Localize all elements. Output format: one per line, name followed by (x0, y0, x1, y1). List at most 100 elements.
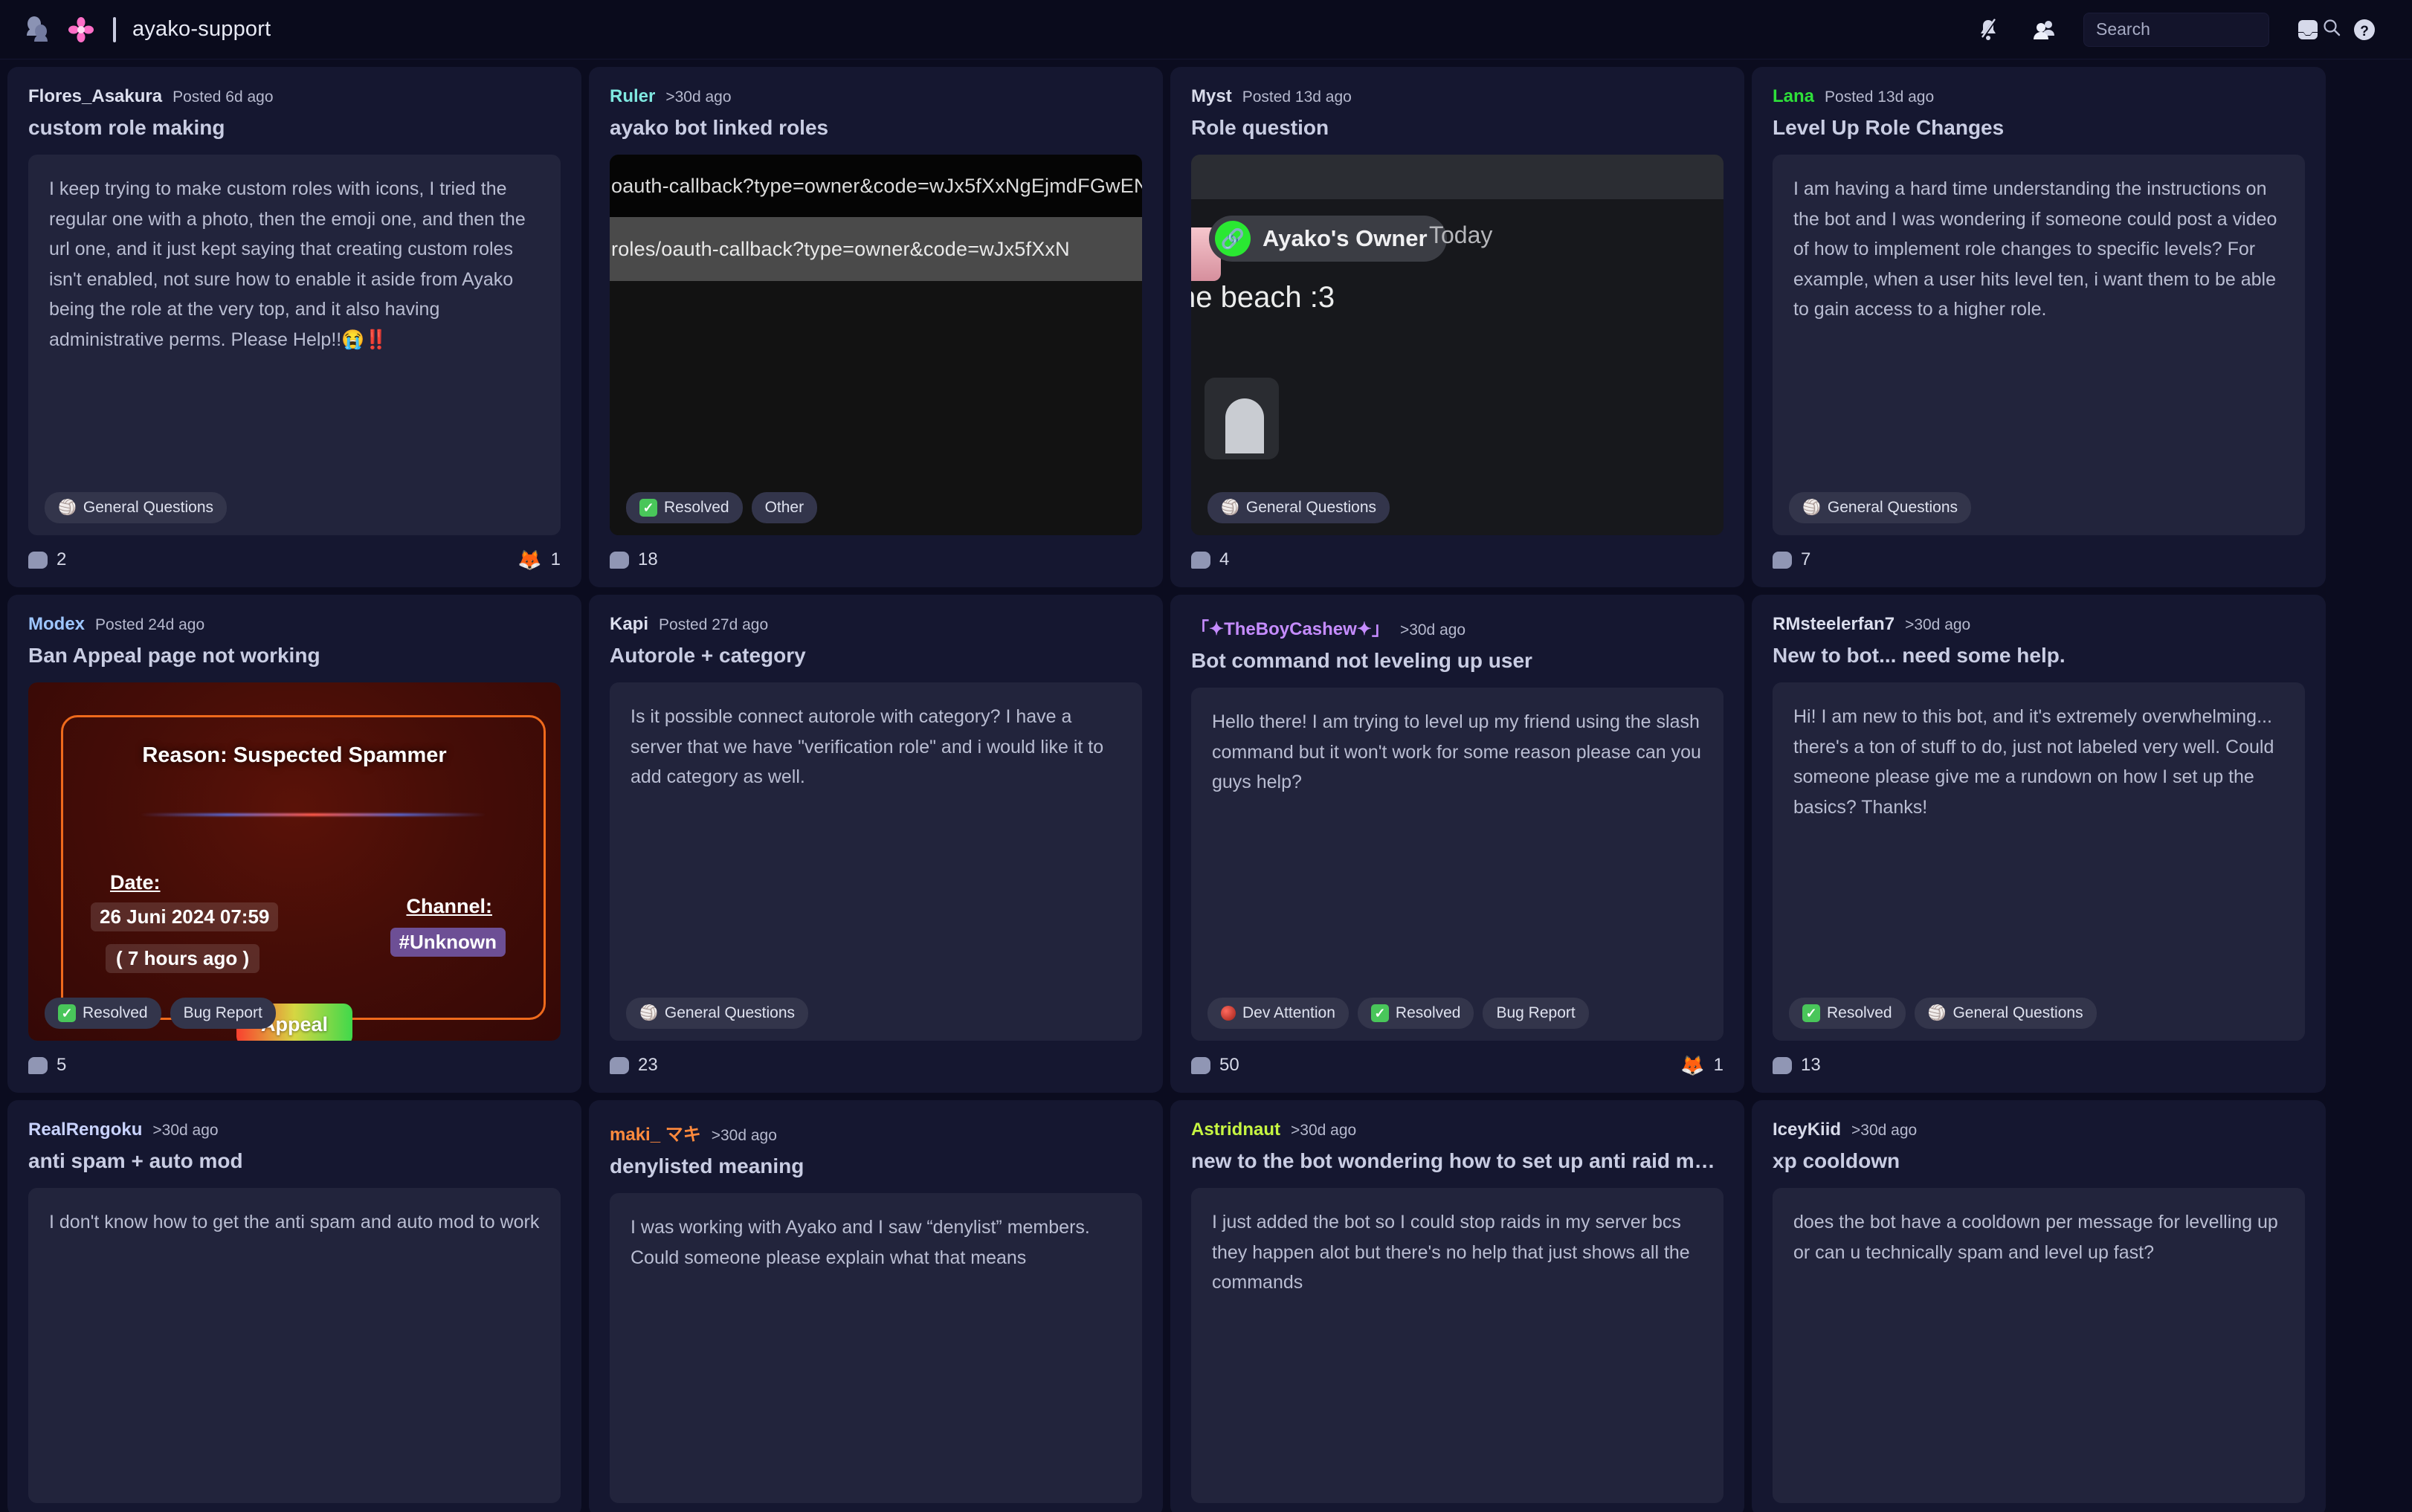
ban-channel-label: Channel: (406, 895, 492, 918)
post-author: Myst (1191, 86, 1232, 107)
tag-label: General Questions (1246, 499, 1376, 517)
post-card[interactable]: 「✦TheBoyCashew✦」 >30d ago Bot command no… (1170, 595, 1744, 1093)
post-tags: ✓ Resolved 🏐 General Questions (1789, 998, 2097, 1029)
post-card[interactable]: RMsteelerfan7 >30d ago New to bot... nee… (1752, 595, 2326, 1093)
tag-label: General Questions (1953, 1004, 2083, 1022)
post-title: denylisted meaning (610, 1154, 1142, 1178)
post-body-image[interactable]: oauth-callback?type=owner&code=wJx5fXxNg… (610, 155, 1142, 535)
post-card[interactable]: Modex Posted 24d ago Ban Appeal page not… (7, 595, 581, 1093)
comment-count: 2 (28, 549, 66, 570)
search-box[interactable] (2083, 13, 2269, 47)
tag-bug-report[interactable]: Bug Report (1483, 998, 1588, 1029)
post-card[interactable]: Myst Posted 13d ago Role question 🔗 Ayak… (1170, 67, 1744, 587)
tag-label: Bug Report (184, 1004, 262, 1022)
posts-grid: Flores_Asakura Posted 6d ago custom role… (0, 59, 2412, 1512)
post-body: Is it possible connect autorole with cat… (610, 682, 1142, 1041)
post-tags: Dev Attention ✓ Resolved Bug Report (1207, 998, 1589, 1029)
post-footer: 13 (1773, 1051, 2305, 1079)
post-footer: 4 (1191, 546, 1723, 574)
tag-label: Resolved (83, 1004, 148, 1022)
post-meta: IceyKiid >30d ago (1773, 1120, 2305, 1140)
post-card[interactable]: RealRengoku >30d ago anti spam + auto mo… (7, 1100, 581, 1512)
tag-label: General Questions (1828, 499, 1958, 517)
post-body-image[interactable]: 🔗 Ayako's Owner Today he beach :3 🏐 Gene… (1191, 155, 1723, 535)
post-card[interactable]: maki_ マキ >30d ago denylisted meaning I w… (589, 1100, 1163, 1512)
post-timestamp: Posted 27d ago (659, 616, 768, 634)
tag-resolved[interactable]: ✓ Resolved (45, 998, 161, 1029)
fox-emoji: 🦊 (517, 549, 541, 572)
post-title: Bot command not leveling up user (1191, 649, 1723, 673)
server-name: ayako-support (132, 17, 271, 42)
tag-label: Resolved (664, 499, 729, 517)
post-title: ayako bot linked roles (610, 116, 1142, 140)
post-card[interactable]: IceyKiid >30d ago xp cooldown does the b… (1752, 1100, 2326, 1512)
comment-count-value: 18 (638, 549, 658, 570)
tag-bug-report[interactable]: Bug Report (170, 998, 276, 1029)
tag-label: Bug Report (1496, 1004, 1575, 1022)
url-screenshot: oauth-callback?type=owner&code=wJx5fXxNg… (610, 155, 1142, 535)
post-title: new to the bot wondering how to set up a… (1191, 1149, 1723, 1173)
post-card[interactable]: Ruler >30d ago ayako bot linked roles oa… (589, 67, 1163, 587)
post-tags: 🏐 General Questions (626, 998, 808, 1029)
tag-label: Other (765, 499, 804, 517)
tag-label: Resolved (1396, 1004, 1461, 1022)
post-author: maki_ マキ (610, 1120, 701, 1146)
tag-general-questions[interactable]: 🏐 General Questions (45, 492, 227, 523)
bell-muted-icon[interactable] (1970, 12, 2006, 48)
tag-resolved[interactable]: ✓ Resolved (626, 492, 743, 523)
post-timestamp: Posted 24d ago (95, 616, 204, 634)
cherry-blossom-icon (68, 17, 94, 42)
post-body-text: Hi! I am new to this bot, and it's extre… (1793, 702, 2284, 822)
post-footer: 7 (1773, 546, 2305, 574)
post-timestamp: >30d ago (1291, 1122, 1356, 1140)
inbox-icon[interactable] (2290, 12, 2326, 48)
post-card[interactable]: Flores_Asakura Posted 6d ago custom role… (7, 67, 581, 587)
post-body: does the bot have a cooldown per message… (1773, 1188, 2305, 1503)
reaction-badge[interactable]: 🦊 1 (1680, 1054, 1723, 1077)
comment-count-value: 2 (57, 549, 66, 570)
post-card[interactable]: Kapi Posted 27d ago Autorole + category … (589, 595, 1163, 1093)
members-icon[interactable] (2027, 12, 2063, 48)
tag-general-questions[interactable]: 🏐 General Questions (626, 998, 808, 1029)
post-card[interactable]: Lana Posted 13d ago Level Up Role Change… (1752, 67, 2326, 587)
tag-resolved[interactable]: ✓ Resolved (1358, 998, 1474, 1029)
post-author: 「✦TheBoyCashew✦」 (1191, 614, 1390, 640)
help-circle-icon[interactable]: ? (2347, 12, 2382, 48)
post-tags: 🏐 General Questions (45, 492, 227, 523)
post-body-image[interactable]: Reason: Suspected Spammer Date: 26 Juni … (28, 682, 561, 1041)
post-meta: RMsteelerfan7 >30d ago (1773, 614, 2305, 635)
tag-dev-attention[interactable]: Dev Attention (1207, 998, 1349, 1029)
post-meta: Kapi Posted 27d ago (610, 614, 1142, 635)
post-timestamp: >30d ago (152, 1122, 218, 1140)
comment-bubble-icon (610, 552, 629, 569)
post-author: Lana (1773, 86, 1814, 107)
tag-general-questions[interactable]: 🏐 General Questions (1789, 492, 1971, 523)
reaction-badge[interactable]: 🦊 1 (517, 549, 561, 572)
ban-date-label: Date: (110, 871, 161, 894)
check-badge-icon: ✓ (1802, 1004, 1820, 1022)
url-text-line-1: oauth-callback?type=owner&code=wJx5fXxNg… (610, 155, 1142, 217)
post-author: RealRengoku (28, 1120, 142, 1140)
comment-count: 18 (610, 549, 658, 570)
tag-label: General Questions (665, 1004, 795, 1022)
comment-bubble-icon (28, 552, 48, 569)
tag-general-questions[interactable]: 🏐 General Questions (1207, 492, 1390, 523)
tag-resolved[interactable]: ✓ Resolved (1789, 998, 1906, 1029)
tag-general-questions[interactable]: 🏐 General Questions (1915, 998, 2097, 1029)
search-input[interactable] (2096, 19, 2316, 39)
post-card[interactable]: Astridnaut >30d ago new to the bot wonde… (1170, 1100, 1744, 1512)
post-body-text: I just added the bot so I could stop rai… (1212, 1207, 1703, 1298)
beach-ball-emoji: 🏐 (1928, 1006, 1947, 1021)
comment-count-value: 23 (638, 1055, 658, 1076)
post-timestamp: >30d ago (1905, 616, 1970, 634)
comment-bubble-icon (28, 1057, 48, 1074)
url-text-line-2: roles/oauth-callback?type=owner&code=wJx… (610, 217, 1142, 281)
post-title: Autorole + category (610, 644, 1142, 668)
comment-count: 5 (28, 1055, 66, 1076)
post-title: Role question (1191, 116, 1723, 140)
comment-count: 50 (1191, 1055, 1239, 1076)
tag-label: Resolved (1827, 1004, 1892, 1022)
discord-screenshot: 🔗 Ayako's Owner Today he beach :3 (1191, 155, 1723, 535)
tag-label: General Questions (83, 499, 213, 517)
tag-other[interactable]: Other (752, 492, 818, 523)
